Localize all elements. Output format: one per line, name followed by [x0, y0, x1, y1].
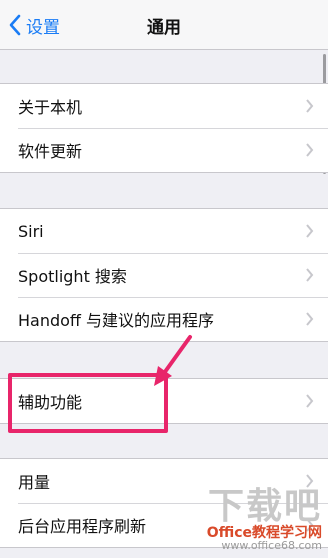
chevron-right-icon: [306, 224, 314, 238]
chevron-right-icon: [306, 143, 314, 157]
watermark-logo: 下载吧: [207, 485, 322, 527]
chevron-right-icon: [306, 312, 314, 326]
settings-group-about: 关于本机 软件更新: [0, 83, 328, 173]
list-item-label: 关于本机: [18, 98, 83, 117]
list-item-software-update[interactable]: 软件更新: [0, 128, 328, 172]
watermark-site: Office教程学习网: [206, 524, 322, 541]
list-item-label: Handoff 与建议的应用程序: [18, 311, 215, 330]
list-item-about[interactable]: 关于本机: [0, 84, 328, 128]
list-item-label: 用量: [18, 473, 51, 492]
pointer-arrow-icon: [154, 335, 192, 386]
list-item-siri[interactable]: Siri: [0, 209, 328, 253]
list-item-label: Spotlight 搜索: [18, 267, 127, 286]
chevron-right-icon: [306, 268, 314, 282]
page-title: 通用: [147, 18, 181, 38]
navigation-bar: 设置 通用: [0, 0, 328, 50]
highlight-box: [8, 373, 168, 433]
watermark: 下载吧 Office教程学习网 www.office68.com: [207, 488, 322, 552]
list-item-label: 后台应用程序刷新: [18, 517, 147, 536]
chevron-right-icon: [306, 99, 314, 113]
list-item-spotlight[interactable]: Spotlight 搜索: [0, 253, 328, 297]
chevron-right-icon: [306, 394, 314, 408]
watermark-url: www.office68.com: [221, 539, 322, 553]
list-item-label: 软件更新: [18, 142, 83, 161]
settings-group-siri: Siri Spotlight 搜索 Handoff 与建议的应用程序: [0, 208, 328, 342]
list-item-label: Siri: [18, 221, 44, 241]
